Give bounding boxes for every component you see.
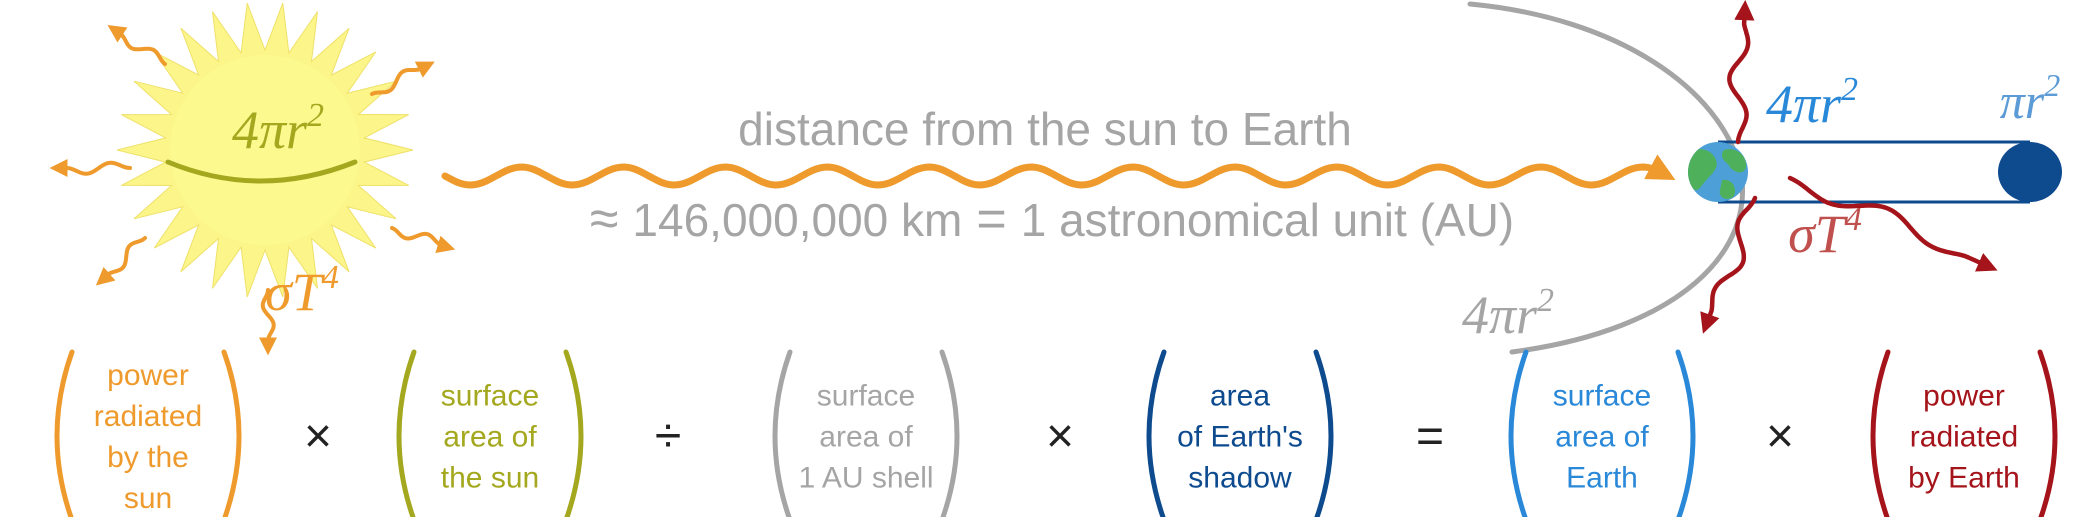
earth-globe-icon bbox=[1688, 142, 1748, 202]
shadow-area-formula: πr2 bbox=[2000, 67, 2061, 129]
equation-operator: ÷ bbox=[655, 410, 681, 463]
equation-term-line: surface bbox=[1553, 380, 1651, 413]
equation-term-line: radiated bbox=[1910, 421, 2018, 454]
earth-rays bbox=[1700, 0, 1998, 334]
equation-term-line: power bbox=[107, 359, 189, 392]
right-paren bbox=[1675, 349, 1696, 517]
equation-term: surface area of 1 AU shell bbox=[772, 349, 960, 517]
equation-term-line: radiated bbox=[94, 400, 202, 433]
right-paren bbox=[563, 349, 584, 517]
left-paren bbox=[1870, 349, 1891, 517]
left-paren bbox=[1508, 349, 1529, 517]
right-paren bbox=[939, 349, 960, 517]
left-paren bbox=[1146, 349, 1167, 517]
equation-term-line: of Earth's bbox=[1177, 421, 1303, 454]
equation-term-line: surface bbox=[441, 380, 539, 413]
sun-ray-icon bbox=[49, 159, 132, 177]
earth-emission-formula: σT4 bbox=[1788, 201, 1862, 264]
equation-term-line: shadow bbox=[1188, 462, 1292, 495]
right-paren bbox=[1313, 349, 1334, 517]
equation-term-line: the sun bbox=[441, 462, 539, 495]
equation-operator: × bbox=[304, 410, 332, 463]
equation-term-line: by the bbox=[107, 441, 189, 474]
distance-title: distance from the sun to Earth bbox=[738, 103, 1352, 155]
equation-term-line: Earth bbox=[1566, 462, 1638, 495]
left-paren bbox=[396, 349, 417, 517]
equation-term-line: area of bbox=[443, 421, 537, 454]
sun-emission-formula: σT4 bbox=[265, 259, 339, 322]
equation-term-line: power bbox=[1923, 380, 2005, 413]
distance-arrow bbox=[441, 154, 1676, 189]
shell-area-formula: 4πr2 bbox=[1462, 282, 1554, 345]
left-paren bbox=[772, 349, 793, 517]
sun-ray-icon bbox=[95, 236, 147, 286]
equation-operator: × bbox=[1046, 410, 1074, 463]
equation-term: area of Earth's shadow bbox=[1146, 349, 1334, 517]
sun-ray-icon bbox=[107, 25, 167, 66]
equation-operator: × bbox=[1766, 410, 1794, 463]
sun-ray-icon bbox=[390, 226, 456, 253]
equation-term: surface area of the sun bbox=[396, 349, 584, 517]
equation-term-line: 1 AU shell bbox=[798, 462, 933, 495]
equation-term-line: area of bbox=[1555, 421, 1649, 454]
equation-term-line: area bbox=[1210, 380, 1270, 413]
equation-term: power radiated by Earth bbox=[1870, 349, 2058, 517]
earth-ray-icon bbox=[1727, 0, 1755, 145]
radiation-balance-diagram: 4πr2 σT4 distance from the sun to Earth … bbox=[49, 0, 2062, 517]
equation-term-line: area of bbox=[819, 421, 913, 454]
equation-term-line: surface bbox=[817, 380, 915, 413]
right-paren bbox=[221, 349, 242, 517]
right-paren bbox=[2037, 349, 2058, 517]
equation-term-line: by Earth bbox=[1908, 462, 2020, 495]
earth-area-formula: 4πr2 bbox=[1766, 71, 1858, 134]
left-paren bbox=[54, 349, 75, 517]
sun bbox=[49, 2, 456, 356]
equation-operator: = bbox=[1416, 410, 1444, 463]
equation-term: surface area of Earth bbox=[1508, 349, 1696, 517]
shadow-disk bbox=[1998, 142, 2062, 202]
equation-term-line: sun bbox=[124, 482, 172, 515]
distance-value: ≈146,000,000 km = 1 astronomical unit (AU) bbox=[590, 190, 1514, 248]
word-equation: power radiated by the sun surface area of the … bbox=[54, 349, 2058, 517]
equation-term: power radiated by the sun bbox=[54, 349, 242, 517]
